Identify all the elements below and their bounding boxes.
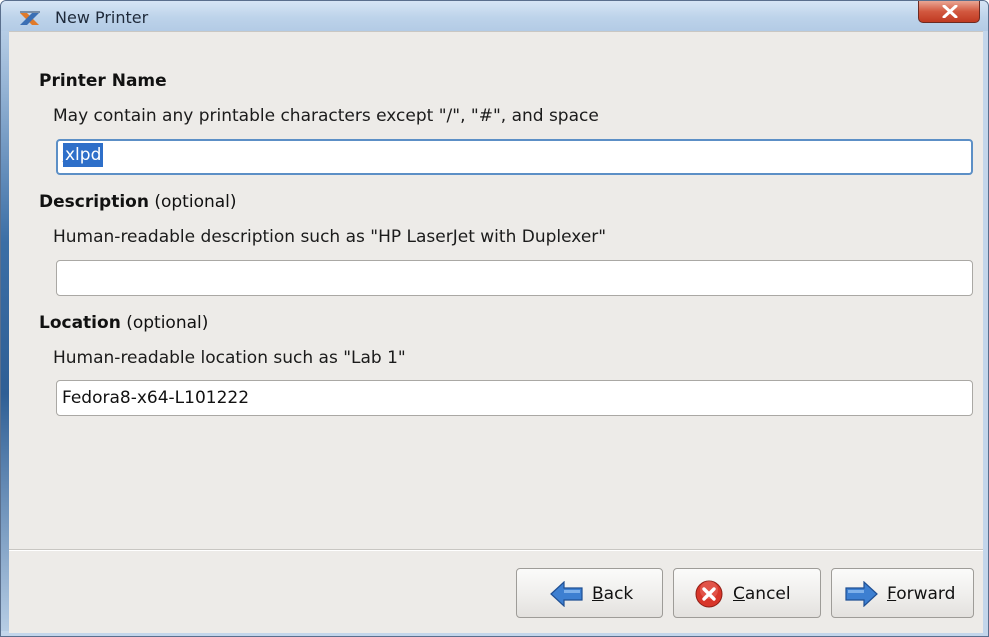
window-left-frame [1,31,9,636]
forward-button-label: Forward [887,583,955,605]
cancel-button-label: Cancel [733,583,791,605]
back-arrow-icon [550,580,584,612]
printer-name-hint: May contain any printable characters exc… [53,106,599,126]
close-icon [942,5,958,18]
back-mnemonic: B [592,584,604,604]
printer-name-heading-label: Printer Name [39,71,167,91]
button-separator [9,549,983,551]
description-heading: Description (optional) [39,191,237,213]
back-button[interactable]: Back [516,568,663,618]
close-button[interactable] [918,1,980,23]
description-heading-label: Description [39,192,149,212]
forward-arrow-icon [844,580,878,612]
forward-button[interactable]: Forward [831,568,974,618]
description-input[interactable] [56,260,973,296]
location-heading: Location (optional) [39,312,208,334]
printer-name-input[interactable] [56,139,973,175]
back-label-rest: ack [603,584,634,604]
new-printer-dialog: New Printer Printer Name May contain any… [0,0,989,637]
printer-app-icon [19,10,41,28]
printer-name-heading: Printer Name [39,70,167,92]
location-heading-label: Location [39,313,121,333]
cancel-icon [695,580,723,613]
forward-label-rest: orward [896,584,956,604]
cancel-mnemonic: C [733,584,745,604]
location-input[interactable] [56,380,973,416]
back-button-label: Back [592,583,633,605]
cancel-label-rest: ancel [744,584,791,604]
location-optional-label: (optional) [120,313,209,333]
window-title: New Printer [55,8,149,27]
dialog-body: Printer Name May contain any printable c… [9,31,983,633]
title-bar[interactable]: New Printer [1,1,988,31]
cancel-button[interactable]: Cancel [673,568,821,618]
forward-mnemonic: F [887,584,897,604]
description-hint: Human-readable description such as "HP L… [53,227,607,247]
location-hint: Human-readable location such as "Lab 1" [53,348,406,368]
description-optional-label: (optional) [148,192,237,212]
